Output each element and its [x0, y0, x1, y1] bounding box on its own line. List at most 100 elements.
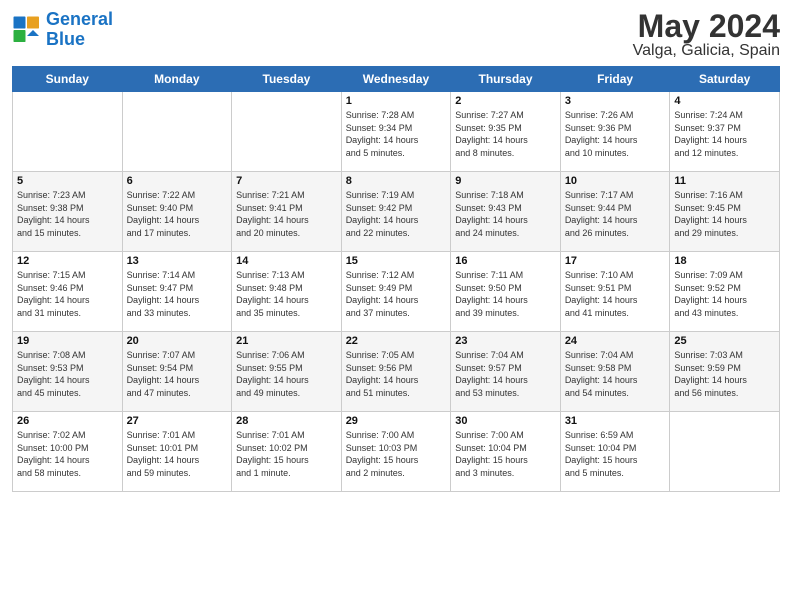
- day-number: 1: [346, 95, 447, 107]
- day-number: 25: [674, 335, 775, 347]
- calendar-cell: 7 Sunrise: 7:21 AM Sunset: 9:41 PM Daylig…: [232, 172, 342, 252]
- cell-info: Sunrise: 7:00 AM Sunset: 10:03 PM Daylig…: [346, 429, 447, 479]
- calendar-table: SundayMondayTuesdayWednesdayThursdayFrid…: [12, 66, 780, 492]
- day-number: 26: [17, 415, 118, 427]
- cell-info: Sunrise: 7:06 AM Sunset: 9:55 PM Dayligh…: [236, 349, 337, 399]
- calendar-cell: 24 Sunrise: 7:04 AM Sunset: 9:58 PM Dayli…: [560, 332, 670, 412]
- calendar-cell: [670, 412, 780, 492]
- calendar-cell: [122, 92, 232, 172]
- location-title: Valga, Galicia, Spain: [633, 42, 780, 60]
- cell-info: Sunrise: 7:27 AM Sunset: 9:35 PM Dayligh…: [455, 109, 556, 159]
- day-number: 15: [346, 255, 447, 267]
- weekday-header: Thursday: [451, 67, 561, 92]
- day-number: 3: [565, 95, 666, 107]
- weekday-header: Sunday: [13, 67, 123, 92]
- cell-info: Sunrise: 7:04 AM Sunset: 9:58 PM Dayligh…: [565, 349, 666, 399]
- day-number: 7: [236, 175, 337, 187]
- cell-info: Sunrise: 7:09 AM Sunset: 9:52 PM Dayligh…: [674, 269, 775, 319]
- calendar-cell: 12Sunrise: 7:15 AM Sunset: 9:46 PM Dayli…: [13, 252, 123, 332]
- day-number: 13: [127, 255, 228, 267]
- cell-info: Sunrise: 7:17 AM Sunset: 9:44 PM Dayligh…: [565, 189, 666, 239]
- day-number: 29: [346, 415, 447, 427]
- logo-text: General Blue: [46, 10, 113, 50]
- cell-info: Sunrise: 7:04 AM Sunset: 9:57 PM Dayligh…: [455, 349, 556, 399]
- cell-info: Sunrise: 7:03 AM Sunset: 9:59 PM Dayligh…: [674, 349, 775, 399]
- calendar-cell: 6 Sunrise: 7:22 AM Sunset: 9:40 PM Daylig…: [122, 172, 232, 252]
- calendar-cell: 9Sunrise: 7:18 AM Sunset: 9:43 PM Daylig…: [451, 172, 561, 252]
- cell-info: Sunrise: 7:19 AM Sunset: 9:42 PM Dayligh…: [346, 189, 447, 239]
- calendar-cell: 28Sunrise: 7:01 AM Sunset: 10:02 PM Dayl…: [232, 412, 342, 492]
- day-number: 19: [17, 335, 118, 347]
- calendar-cell: 5Sunrise: 7:23 AM Sunset: 9:38 PM Daylig…: [13, 172, 123, 252]
- calendar-cell: 4 Sunrise: 7:24 AM Sunset: 9:37 PM Daylig…: [670, 92, 780, 172]
- day-number: 23: [455, 335, 556, 347]
- cell-info: Sunrise: 6:59 AM Sunset: 10:04 PM Daylig…: [565, 429, 666, 479]
- cell-info: Sunrise: 7:01 AM Sunset: 10:02 PM Daylig…: [236, 429, 337, 479]
- calendar-cell: 31 Sunrise: 6:59 AM Sunset: 10:04 PM Dayl…: [560, 412, 670, 492]
- calendar-cell: 1 Sunrise: 7:28 AM Sunset: 9:34 PM Daylig…: [341, 92, 451, 172]
- cell-info: Sunrise: 7:14 AM Sunset: 9:47 PM Dayligh…: [127, 269, 228, 319]
- page-container: General Blue May 2024 Valga, Galicia, Sp…: [0, 0, 792, 502]
- calendar-cell: 3 Sunrise: 7:26 AM Sunset: 9:36 PM Daylig…: [560, 92, 670, 172]
- calendar-cell: 2 Sunrise: 7:27 AM Sunset: 9:35 PM Daylig…: [451, 92, 561, 172]
- calendar-cell: 22 Sunrise: 7:05 AM Sunset: 9:56 PM Dayli…: [341, 332, 451, 412]
- day-number: 14: [236, 255, 337, 267]
- calendar-week-row: 19 Sunrise: 7:08 AM Sunset: 9:53 PM Dayli…: [13, 332, 780, 412]
- cell-info: Sunrise: 7:13 AM Sunset: 9:48 PM Dayligh…: [236, 269, 337, 319]
- calendar-cell: 23 Sunrise: 7:04 AM Sunset: 9:57 PM Dayli…: [451, 332, 561, 412]
- day-number: 17: [565, 255, 666, 267]
- day-number: 30: [455, 415, 556, 427]
- title-block: May 2024 Valga, Galicia, Spain: [633, 10, 780, 60]
- calendar-cell: 11 Sunrise: 7:16 AM Sunset: 9:45 PM Dayli…: [670, 172, 780, 252]
- cell-info: Sunrise: 7:28 AM Sunset: 9:34 PM Dayligh…: [346, 109, 447, 159]
- calendar-cell: 26 Sunrise: 7:02 AM Sunset: 10:00 PM Dayl…: [13, 412, 123, 492]
- calendar-cell: 29 Sunrise: 7:00 AM Sunset: 10:03 PM Dayl…: [341, 412, 451, 492]
- calendar-cell: [232, 92, 342, 172]
- cell-info: Sunrise: 7:24 AM Sunset: 9:37 PM Dayligh…: [674, 109, 775, 159]
- month-title: May 2024: [633, 10, 780, 42]
- day-number: 4: [674, 95, 775, 107]
- day-number: 6: [127, 175, 228, 187]
- calendar-cell: 18 Sunrise: 7:09 AM Sunset: 9:52 PM Dayli…: [670, 252, 780, 332]
- day-number: 2: [455, 95, 556, 107]
- calendar-week-row: 1 Sunrise: 7:28 AM Sunset: 9:34 PM Daylig…: [13, 92, 780, 172]
- day-number: 11: [674, 175, 775, 187]
- calendar-cell: 30 Sunrise: 7:00 AM Sunset: 10:04 PM Dayl…: [451, 412, 561, 492]
- weekday-header: Monday: [122, 67, 232, 92]
- cell-info: Sunrise: 7:15 AM Sunset: 9:46 PM Dayligh…: [17, 269, 118, 319]
- calendar-cell: 21Sunrise: 7:06 AM Sunset: 9:55 PM Dayli…: [232, 332, 342, 412]
- calendar-cell: 13 Sunrise: 7:14 AM Sunset: 9:47 PM Dayli…: [122, 252, 232, 332]
- cell-info: Sunrise: 7:00 AM Sunset: 10:04 PM Daylig…: [455, 429, 556, 479]
- weekday-header: Saturday: [670, 67, 780, 92]
- header-row: SundayMondayTuesdayWednesdayThursdayFrid…: [13, 67, 780, 92]
- calendar-week-row: 12Sunrise: 7:15 AM Sunset: 9:46 PM Dayli…: [13, 252, 780, 332]
- day-number: 10: [565, 175, 666, 187]
- cell-info: Sunrise: 7:05 AM Sunset: 9:56 PM Dayligh…: [346, 349, 447, 399]
- cell-info: Sunrise: 7:26 AM Sunset: 9:36 PM Dayligh…: [565, 109, 666, 159]
- weekday-header: Friday: [560, 67, 670, 92]
- cell-info: Sunrise: 7:16 AM Sunset: 9:45 PM Dayligh…: [674, 189, 775, 239]
- day-number: 18: [674, 255, 775, 267]
- calendar-cell: 15Sunrise: 7:12 AM Sunset: 9:49 PM Dayli…: [341, 252, 451, 332]
- cell-info: Sunrise: 7:22 AM Sunset: 9:40 PM Dayligh…: [127, 189, 228, 239]
- cell-info: Sunrise: 7:11 AM Sunset: 9:50 PM Dayligh…: [455, 269, 556, 319]
- weekday-header: Wednesday: [341, 67, 451, 92]
- calendar-week-row: 5Sunrise: 7:23 AM Sunset: 9:38 PM Daylig…: [13, 172, 780, 252]
- day-number: 22: [346, 335, 447, 347]
- day-number: 9: [455, 175, 556, 187]
- calendar-cell: 19 Sunrise: 7:08 AM Sunset: 9:53 PM Dayli…: [13, 332, 123, 412]
- calendar-week-row: 26 Sunrise: 7:02 AM Sunset: 10:00 PM Dayl…: [13, 412, 780, 492]
- cell-info: Sunrise: 7:23 AM Sunset: 9:38 PM Dayligh…: [17, 189, 118, 239]
- calendar-cell: 10 Sunrise: 7:17 AM Sunset: 9:44 PM Dayli…: [560, 172, 670, 252]
- day-number: 31: [565, 415, 666, 427]
- calendar-cell: 16Sunrise: 7:11 AM Sunset: 9:50 PM Dayli…: [451, 252, 561, 332]
- weekday-header: Tuesday: [232, 67, 342, 92]
- logo: General Blue: [12, 10, 113, 50]
- cell-info: Sunrise: 7:21 AM Sunset: 9:41 PM Dayligh…: [236, 189, 337, 239]
- day-number: 27: [127, 415, 228, 427]
- day-number: 24: [565, 335, 666, 347]
- calendar-cell: 25 Sunrise: 7:03 AM Sunset: 9:59 PM Dayli…: [670, 332, 780, 412]
- cell-info: Sunrise: 7:08 AM Sunset: 9:53 PM Dayligh…: [17, 349, 118, 399]
- cell-info: Sunrise: 7:02 AM Sunset: 10:00 PM Daylig…: [17, 429, 118, 479]
- calendar-cell: 8Sunrise: 7:19 AM Sunset: 9:42 PM Daylig…: [341, 172, 451, 252]
